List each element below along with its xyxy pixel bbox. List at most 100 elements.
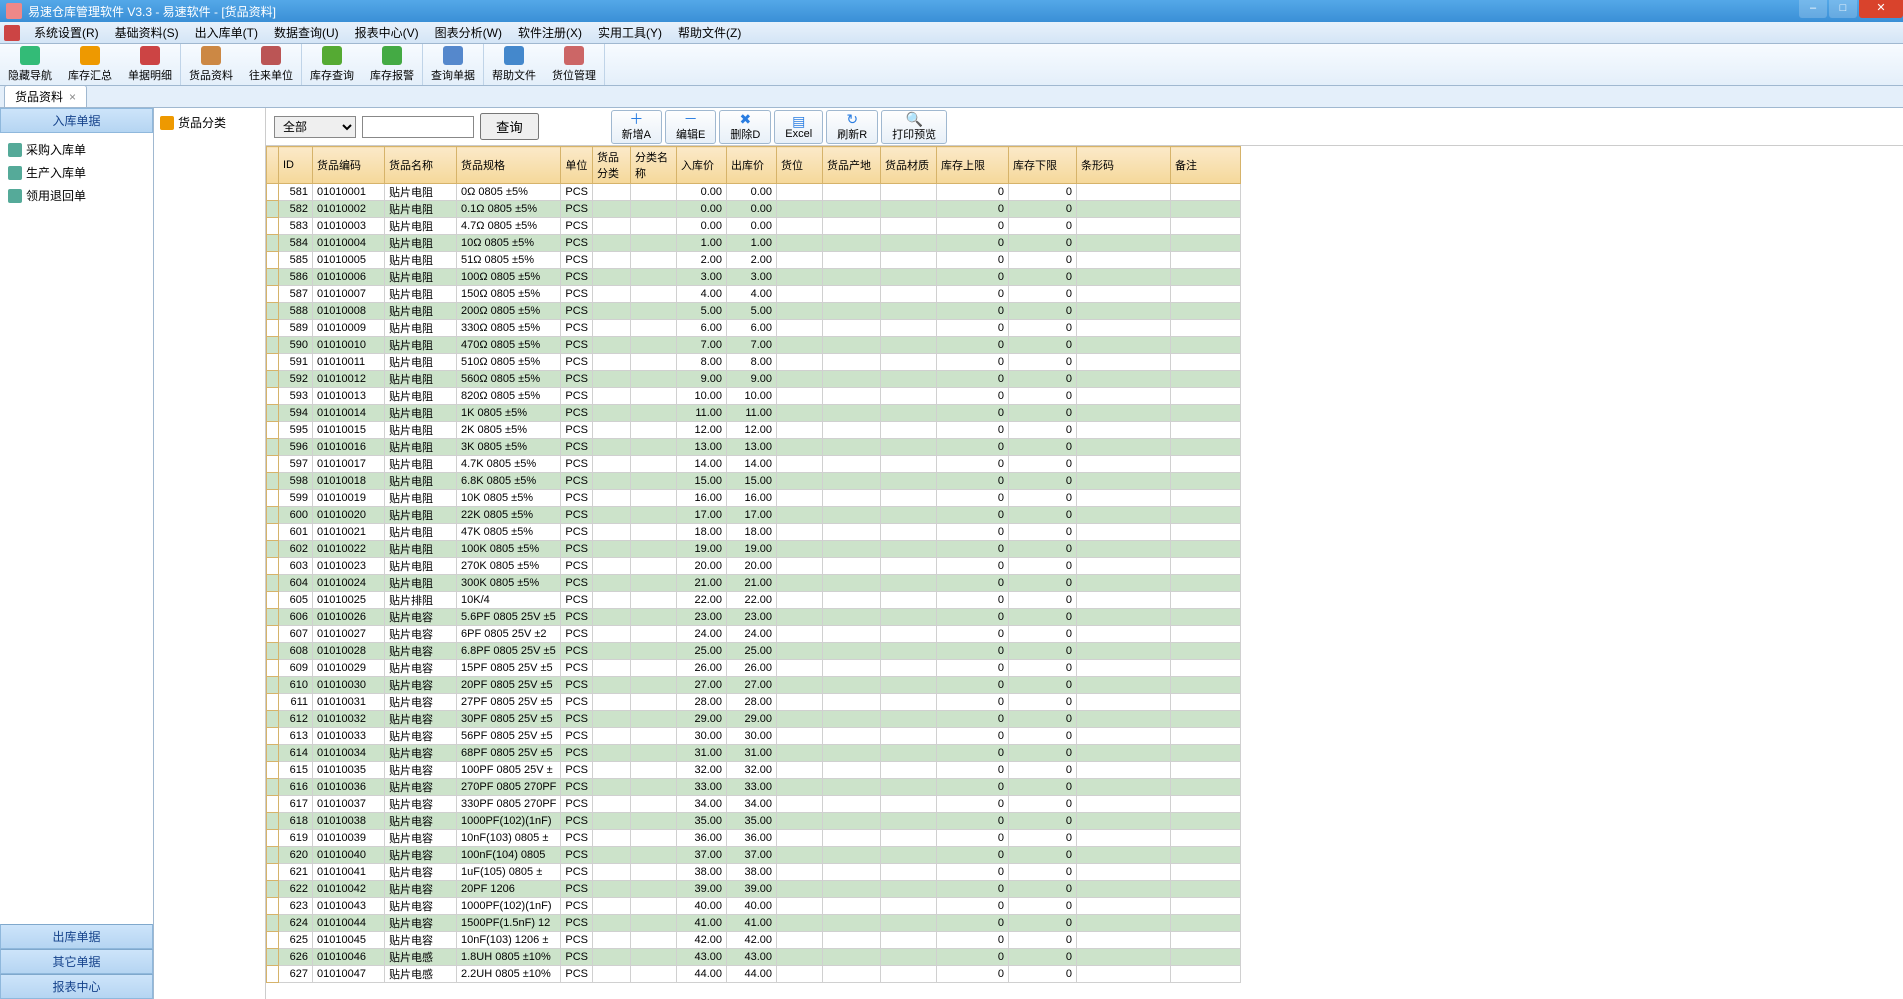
table-row[interactable]: 58901010009贴片电阻330Ω 0805 ±5%PCS6.006.000… xyxy=(267,320,1241,337)
toolbar-button[interactable]: 隐藏导航 xyxy=(0,44,60,85)
column-header[interactable]: 入库价 xyxy=(677,147,727,184)
toolbar-button[interactable]: 库存查询 xyxy=(302,44,362,85)
close-button[interactable]: ✕ xyxy=(1859,0,1903,18)
column-header[interactable]: 货品规格 xyxy=(457,147,561,184)
menu-item[interactable]: 实用工具(Y) xyxy=(590,22,670,43)
action-button[interactable]: －编辑E xyxy=(665,110,716,144)
grid[interactable]: ID货品编码货品名称货品规格单位货品分类分类名称入库价出库价货位货品产地货品材质… xyxy=(266,146,1903,999)
table-row[interactable]: 62501010045贴片电容10nF(103) 1206 ±PCS42.004… xyxy=(267,932,1241,949)
menu-item[interactable]: 图表分析(W) xyxy=(427,22,510,43)
toolbar-button[interactable]: 库存报警 xyxy=(362,44,422,85)
sidebar-item[interactable]: 领用退回单 xyxy=(2,185,151,206)
sidebar-head-inbound[interactable]: 入库单据 xyxy=(0,108,153,133)
column-header[interactable]: ID xyxy=(279,147,313,184)
filter-input[interactable] xyxy=(362,116,474,138)
toolbar-button[interactable]: 单据明细 xyxy=(120,44,180,85)
table-row[interactable]: 59101010011贴片电阻510Ω 0805 ±5%PCS8.008.000… xyxy=(267,354,1241,371)
toolbar-button[interactable]: 查询单据 xyxy=(423,44,483,85)
minimize-button[interactable]: – xyxy=(1799,0,1827,18)
table-row[interactable]: 61101010031贴片电容27PF 0805 25V ±5PCS28.002… xyxy=(267,694,1241,711)
tree-root[interactable]: 货品分类 xyxy=(160,114,259,131)
sidebar-head[interactable]: 报表中心 xyxy=(0,974,153,999)
menu-item[interactable]: 软件注册(X) xyxy=(510,22,590,43)
table-row[interactable]: 58201010002贴片电阻0.1Ω 0805 ±5%PCS0.000.000… xyxy=(267,201,1241,218)
table-row[interactable]: 61701010037贴片电容330PF 0805 270PFPCS34.003… xyxy=(267,796,1241,813)
table-row[interactable]: 61001010030贴片电容20PF 0805 25V ±5PCS27.002… xyxy=(267,677,1241,694)
menu-item[interactable]: 系统设置(R) xyxy=(26,22,107,43)
action-button[interactable]: ↻刷新R xyxy=(826,110,878,144)
table-row[interactable]: 58601010006贴片电阻100Ω 0805 ±5%PCS3.003.000… xyxy=(267,269,1241,286)
table-row[interactable]: 59201010012贴片电阻560Ω 0805 ±5%PCS9.009.000… xyxy=(267,371,1241,388)
table-row[interactable]: 60601010026贴片电容5.6PF 0805 25V ±5PCS23.00… xyxy=(267,609,1241,626)
table-row[interactable]: 60201010022贴片电阻100K 0805 ±5%PCS19.0019.0… xyxy=(267,541,1241,558)
column-header[interactable]: 条形码 xyxy=(1077,147,1171,184)
table-row[interactable]: 58301010003贴片电阻4.7Ω 0805 ±5%PCS0.000.000… xyxy=(267,218,1241,235)
table-row[interactable]: 58501010005贴片电阻51Ω 0805 ±5%PCS2.002.0000 xyxy=(267,252,1241,269)
table-row[interactable]: 59701010017贴片电阻4.7K 0805 ±5%PCS14.0014.0… xyxy=(267,456,1241,473)
table-row[interactable]: 58701010007贴片电阻150Ω 0805 ±5%PCS4.004.000… xyxy=(267,286,1241,303)
table-row[interactable]: 61601010036贴片电容270PF 0805 270PFPCS33.003… xyxy=(267,779,1241,796)
menu-item[interactable]: 报表中心(V) xyxy=(347,22,427,43)
table-row[interactable]: 58801010008贴片电阻200Ω 0805 ±5%PCS5.005.000… xyxy=(267,303,1241,320)
toolbar-button[interactable]: 库存汇总 xyxy=(60,44,120,85)
action-button[interactable]: ✖删除D xyxy=(719,110,771,144)
column-header[interactable]: 备注 xyxy=(1171,147,1241,184)
table-row[interactable]: 60101010021贴片电阻47K 0805 ±5%PCS18.0018.00… xyxy=(267,524,1241,541)
column-header[interactable]: 货品编码 xyxy=(313,147,385,184)
toolbar-button[interactable]: 往来单位 xyxy=(241,44,301,85)
table-row[interactable]: 59401010014贴片电阻1K 0805 ±5%PCS11.0011.000… xyxy=(267,405,1241,422)
maximize-button[interactable]: □ xyxy=(1829,0,1857,18)
column-header[interactable]: 库存下限 xyxy=(1009,147,1077,184)
table-row[interactable]: 61501010035贴片电容100PF 0805 25V ±PCS32.003… xyxy=(267,762,1241,779)
menu-item[interactable]: 帮助文件(Z) xyxy=(670,22,749,43)
table-row[interactable]: 60801010028贴片电容6.8PF 0805 25V ±5PCS25.00… xyxy=(267,643,1241,660)
table-row[interactable]: 58101010001贴片电阻0Ω 0805 ±5%PCS0.000.0000 xyxy=(267,184,1241,201)
tab-close-icon[interactable]: × xyxy=(69,90,76,104)
table-row[interactable]: 60001010020贴片电阻22K 0805 ±5%PCS17.0017.00… xyxy=(267,507,1241,524)
table-row[interactable]: 60701010027贴片电容6PF 0805 25V ±2PCS24.0024… xyxy=(267,626,1241,643)
table-row[interactable]: 58401010004贴片电阻10Ω 0805 ±5%PCS1.001.0000 xyxy=(267,235,1241,252)
sidebar-item[interactable]: 采购入库单 xyxy=(2,139,151,160)
column-header[interactable]: 货品分类 xyxy=(593,147,631,184)
column-header[interactable]: 单位 xyxy=(561,147,593,184)
column-header[interactable]: 货品材质 xyxy=(881,147,937,184)
table-row[interactable]: 59001010010贴片电阻470Ω 0805 ±5%PCS7.007.000… xyxy=(267,337,1241,354)
table-row[interactable]: 61401010034贴片电容68PF 0805 25V ±5PCS31.003… xyxy=(267,745,1241,762)
table-row[interactable]: 59301010013贴片电阻820Ω 0805 ±5%PCS10.0010.0… xyxy=(267,388,1241,405)
sidebar-head[interactable]: 出库单据 xyxy=(0,924,153,949)
tab-current[interactable]: 货品资料 × xyxy=(4,85,87,107)
table-row[interactable]: 60301010023贴片电阻270K 0805 ±5%PCS20.0020.0… xyxy=(267,558,1241,575)
column-header[interactable]: 货品名称 xyxy=(385,147,457,184)
menu-item[interactable]: 出入库单(T) xyxy=(187,22,266,43)
menu-item[interactable]: 基础资料(S) xyxy=(107,22,187,43)
search-button[interactable]: 查询 xyxy=(480,113,539,140)
table-row[interactable]: 59801010018贴片电阻6.8K 0805 ±5%PCS15.0015.0… xyxy=(267,473,1241,490)
toolbar-button[interactable]: 货位管理 xyxy=(544,44,604,85)
table-row[interactable]: 61201010032贴片电容30PF 0805 25V ±5PCS29.002… xyxy=(267,711,1241,728)
table-row[interactable]: 62601010046贴片电感1.8UH 0805 ±10%PCS43.0043… xyxy=(267,949,1241,966)
column-header[interactable]: 分类名称 xyxy=(631,147,677,184)
table-row[interactable]: 62001010040贴片电容100nF(104) 0805PCS37.0037… xyxy=(267,847,1241,864)
toolbar-button[interactable]: 货品资料 xyxy=(181,44,241,85)
filter-select[interactable]: 全部 xyxy=(274,116,356,138)
toolbar-button[interactable]: 帮助文件 xyxy=(484,44,544,85)
column-header[interactable]: 库存上限 xyxy=(937,147,1009,184)
table-row[interactable]: 61801010038贴片电容1000PF(102)(1nF)PCS35.003… xyxy=(267,813,1241,830)
table-row[interactable]: 62301010043贴片电容1000PF(102)(1nF)PCS40.004… xyxy=(267,898,1241,915)
table-row[interactable]: 60501010025贴片排阻10K/4PCS22.0022.0000 xyxy=(267,592,1241,609)
menu-item[interactable]: 数据查询(U) xyxy=(266,22,347,43)
table-row[interactable]: 61301010033贴片电容56PF 0805 25V ±5PCS30.003… xyxy=(267,728,1241,745)
sidebar-head[interactable]: 其它单据 xyxy=(0,949,153,974)
action-button[interactable]: ＋新增A xyxy=(611,110,662,144)
table-row[interactable]: 61901010039贴片电容10nF(103) 0805 ±PCS36.003… xyxy=(267,830,1241,847)
table-row[interactable]: 62101010041贴片电容1uF(105) 0805 ±PCS38.0038… xyxy=(267,864,1241,881)
table-row[interactable]: 59501010015贴片电阻2K 0805 ±5%PCS12.0012.000… xyxy=(267,422,1241,439)
column-header[interactable]: 货品产地 xyxy=(823,147,881,184)
table-row[interactable]: 59901010019贴片电阻10K 0805 ±5%PCS16.0016.00… xyxy=(267,490,1241,507)
table-row[interactable]: 62401010044贴片电容1500PF(1.5nF) 12PCS41.004… xyxy=(267,915,1241,932)
action-button[interactable]: 🔍打印预览 xyxy=(881,110,947,144)
action-button[interactable]: ▤Excel xyxy=(774,110,823,144)
sidebar-item[interactable]: 生产入库单 xyxy=(2,162,151,183)
column-header[interactable]: 出库价 xyxy=(727,147,777,184)
table-row[interactable]: 59601010016贴片电阻3K 0805 ±5%PCS13.0013.000… xyxy=(267,439,1241,456)
